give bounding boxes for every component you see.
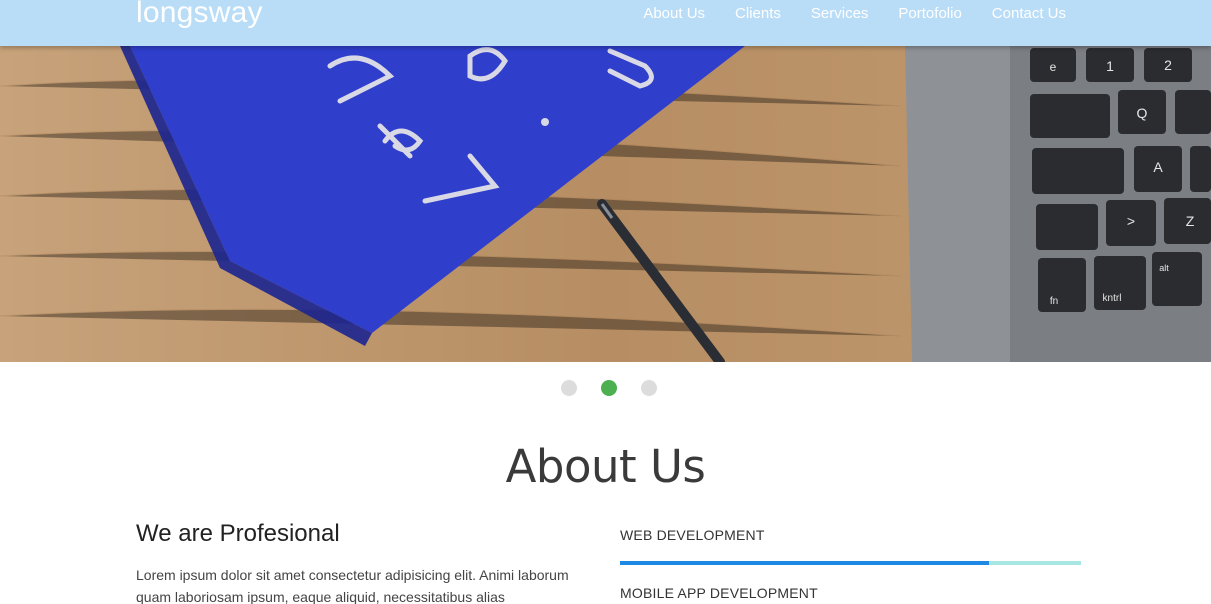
svg-text:A: A [1153, 159, 1163, 175]
carousel-dot-1[interactable] [561, 380, 577, 396]
hero-illustration: e 1 2 Q A Z > alt fn kntrl [0, 46, 1211, 362]
skill-label-web-development: WEB DEVELOPMENT [620, 527, 765, 543]
svg-text:>: > [1127, 213, 1135, 229]
hero-slide-image: e 1 2 Q A Z > alt fn kntrl [0, 46, 1211, 362]
svg-text:Z: Z [1186, 213, 1195, 229]
svg-text:1: 1 [1106, 58, 1114, 74]
svg-text:fn: fn [1050, 296, 1058, 307]
svg-text:kntrl: kntrl [1103, 293, 1122, 304]
carousel-dot-3[interactable] [641, 380, 657, 396]
nav-links: About Us Clients Services Portofolio Con… [643, 5, 1066, 22]
about-text-column: We are Profesional Lorem ipsum dolor sit… [136, 520, 591, 604]
section-title-about: About Us [505, 440, 706, 493]
nav-link-services[interactable]: Services [811, 5, 869, 22]
svg-text:e: e [1050, 60, 1057, 74]
svg-text:alt: alt [1159, 263, 1169, 273]
skills-column: WEB DEVELOPMENT MOBILE APP DEVELOPMENT [620, 527, 1081, 601]
navbar: longsway About Us Clients Services Porto… [0, 0, 1211, 46]
brand-logo[interactable]: longsway [136, 0, 263, 30]
about-heading: We are Profesional [136, 520, 340, 547]
skill-label-mobile-app-development: MOBILE APP DEVELOPMENT [620, 585, 818, 601]
carousel-indicators [561, 380, 657, 396]
about-paragraph: Lorem ipsum dolor sit amet consectetur a… [136, 567, 569, 604]
nav-link-contact-us[interactable]: Contact Us [992, 5, 1066, 22]
skill-bar-web-development [620, 561, 1081, 565]
nav-link-about-us[interactable]: About Us [643, 5, 705, 22]
skill-bar-fill [620, 561, 989, 565]
nav-link-clients[interactable]: Clients [735, 5, 781, 22]
svg-text:Q: Q [1137, 105, 1148, 121]
nav-link-portofolio[interactable]: Portofolio [898, 5, 961, 22]
carousel-dot-2[interactable] [601, 380, 617, 396]
svg-text:2: 2 [1164, 57, 1172, 73]
